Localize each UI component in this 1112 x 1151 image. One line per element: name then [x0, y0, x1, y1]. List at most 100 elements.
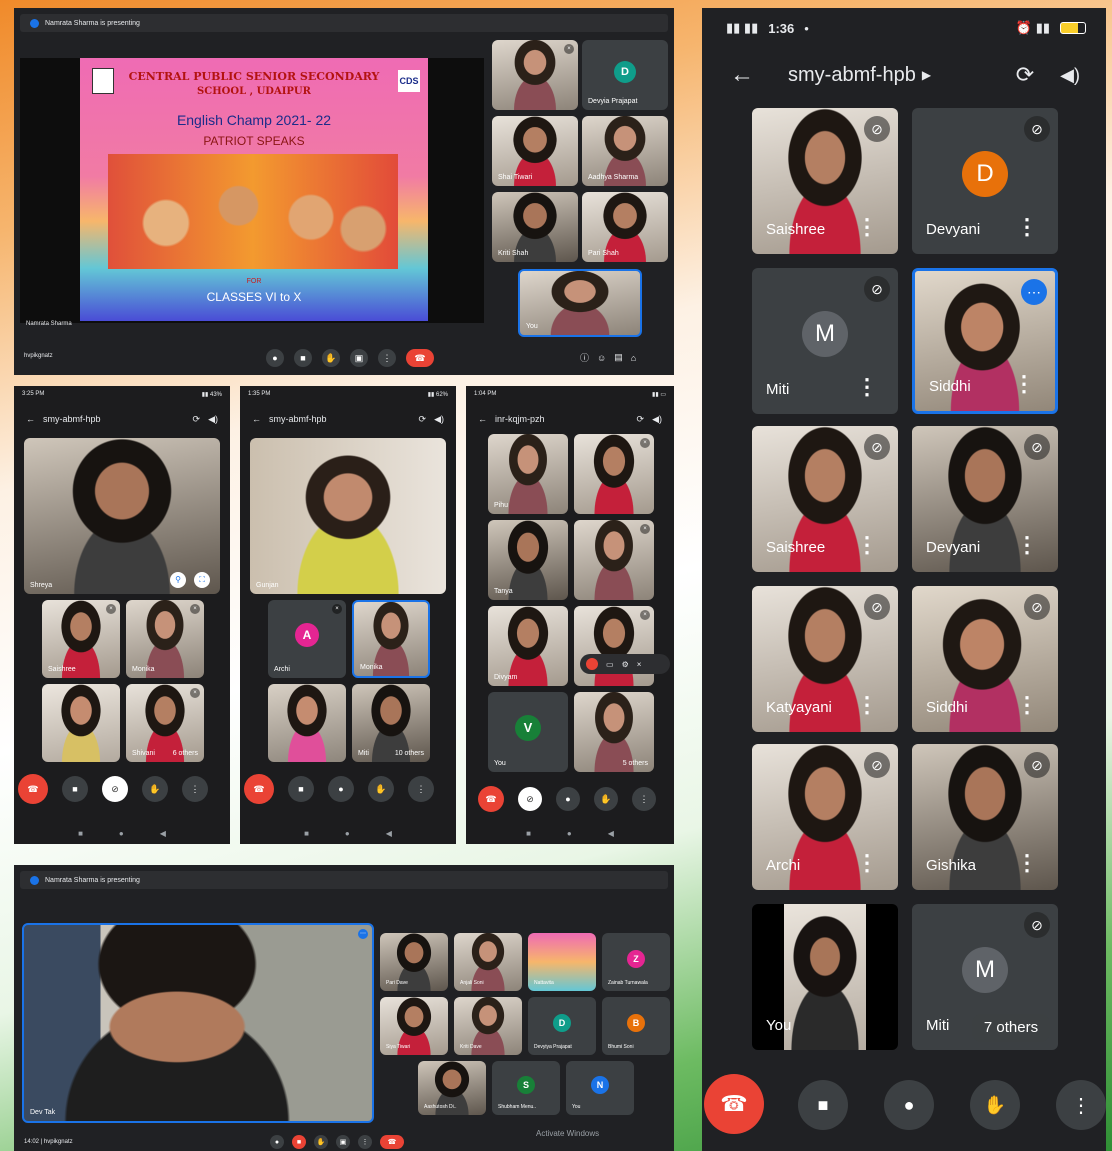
end-call-icon[interactable]: ☎	[18, 774, 48, 804]
end-call-icon[interactable]: ☎	[406, 349, 434, 367]
participant-tile[interactable]: ⊘ Saishree ⋮	[752, 426, 898, 572]
participant-tile[interactable]: ⊘ Archi ⋮	[752, 744, 898, 890]
others-count[interactable]: 5 others	[623, 760, 648, 767]
speaker-icon[interactable]: ◀)	[208, 414, 218, 425]
end-call-icon[interactable]: ☎	[704, 1074, 764, 1134]
switch-camera-icon[interactable]: ⟳	[1016, 62, 1034, 88]
participant-tile[interactable]: ⊘ Devyani ⋮	[912, 426, 1058, 572]
nav-square-icon[interactable]: ■	[78, 829, 83, 838]
meeting-title[interactable]: smy-abmf-hpb	[788, 64, 916, 87]
more-icon[interactable]: ⋮	[378, 349, 396, 367]
meeting-title[interactable]: smy-abmf-hpb	[269, 414, 327, 424]
participant-tile[interactable]: Shai Tiwari	[492, 116, 578, 186]
meeting-title[interactable]: smy-abmf-hpb	[43, 414, 101, 424]
end-call-icon[interactable]: ☎	[380, 1135, 404, 1149]
participant-tile[interactable]: × Monika	[126, 600, 204, 678]
participant-tile[interactable]: Kriti Dave	[454, 997, 522, 1055]
camera-off-icon[interactable]: ⊘	[518, 787, 542, 811]
hand-icon[interactable]: ✋	[594, 787, 618, 811]
participant-tile[interactable]: ⊘ Saishree ⋮	[752, 108, 898, 254]
more-icon[interactable]: ⋮	[1016, 692, 1038, 718]
back-icon[interactable]: ←	[730, 61, 754, 89]
end-call-icon[interactable]: ☎	[478, 786, 504, 812]
speaker-icon[interactable]: ◀)	[652, 414, 662, 425]
more-icon[interactable]: ⋮	[1016, 214, 1038, 240]
main-video[interactable]: Gunjan	[250, 438, 446, 594]
participant-tile[interactable]: × Shivani 6 others	[126, 684, 204, 762]
nav-square-icon[interactable]: ■	[304, 829, 309, 838]
more-icon[interactable]: ⋮	[1016, 850, 1038, 876]
participant-tile[interactable]	[268, 684, 346, 762]
participant-tile[interactable]: Monika	[352, 600, 430, 678]
participant-tile[interactable]: Nattavita	[528, 933, 596, 991]
participant-tile[interactable]: Pari Shah	[582, 192, 668, 262]
back-icon[interactable]: ←	[252, 414, 261, 424]
more-icon[interactable]: ⋮	[1013, 371, 1035, 397]
more-icon[interactable]: ⋮	[408, 776, 434, 802]
others-count[interactable]: 7 others	[972, 1014, 1050, 1042]
participant-tile[interactable]: B Bhumi Soni	[602, 997, 670, 1055]
self-tile[interactable]: You	[518, 269, 642, 337]
participant-tile[interactable]: D Devyiya Prajapat	[528, 997, 596, 1055]
more-icon[interactable]: ⋮	[856, 692, 878, 718]
participant-tile[interactable]: Anjali Soni	[454, 933, 522, 991]
participant-tile[interactable]: S Shubham Menu..	[492, 1061, 560, 1115]
main-speaker-video[interactable]: Dev Tak ⋯	[22, 923, 374, 1123]
participant-tile[interactable]: Aashutosh Di..	[418, 1061, 486, 1115]
participant-tile[interactable]: ⊘ Katyayani ⋮	[752, 586, 898, 732]
end-call-icon[interactable]: ☎	[244, 774, 274, 804]
participant-tile[interactable]: 5 others	[574, 692, 654, 772]
mic-off-icon[interactable]: ⊘	[102, 776, 128, 802]
participant-tile[interactable]: Pari Dave	[380, 933, 448, 991]
mic-icon[interactable]: ●	[270, 1135, 284, 1149]
self-tile[interactable]: You	[752, 904, 898, 1050]
camera-icon[interactable]: ■	[798, 1080, 848, 1130]
mic-icon[interactable]: ●	[556, 787, 580, 811]
more-icon[interactable]: ⋮	[856, 532, 878, 558]
participant-tile[interactable]: ×	[574, 606, 654, 686]
participant-tile[interactable]: ×	[574, 434, 654, 514]
self-tile[interactable]: V You	[488, 692, 568, 772]
participant-tile[interactable]: Divyam	[488, 606, 568, 686]
hand-icon[interactable]: ✋	[322, 349, 340, 367]
people-icon[interactable]: ☺	[597, 353, 606, 363]
hand-icon[interactable]: ✋	[970, 1080, 1020, 1130]
main-video[interactable]: Shreya ⚲ ⛶	[24, 438, 220, 594]
stop-icon[interactable]: ▭	[606, 660, 614, 669]
back-icon[interactable]: ←	[478, 414, 487, 424]
switch-camera-icon[interactable]: ⟳	[193, 414, 201, 425]
chat-icon[interactable]: ▤	[614, 352, 623, 363]
more-icon[interactable]: ⋮	[856, 214, 878, 240]
more-icon[interactable]: ⋮	[856, 374, 878, 400]
camera-off-icon[interactable]: ■	[292, 1135, 306, 1149]
speaker-icon[interactable]: ◀)	[434, 414, 444, 425]
fullscreen-icon[interactable]: ⛶	[194, 572, 210, 588]
more-icon[interactable]: ⋮	[856, 850, 878, 876]
participant-tile[interactable]: Kriti Shah	[492, 192, 578, 262]
camera-icon[interactable]: ■	[294, 349, 312, 367]
nav-back-icon[interactable]: ◀	[160, 829, 166, 838]
nav-home-icon[interactable]: ●	[345, 829, 350, 838]
present-icon[interactable]: ▣	[336, 1135, 350, 1149]
nav-back-icon[interactable]: ◀	[608, 829, 614, 838]
participant-tile[interactable]: Aadhya Sharma	[582, 116, 668, 186]
hand-icon[interactable]: ✋	[368, 776, 394, 802]
self-tile[interactable]: N You	[566, 1061, 634, 1115]
info-icon[interactable]: ⓘ	[580, 351, 589, 364]
present-icon[interactable]: ▣	[350, 349, 368, 367]
switch-camera-icon[interactable]: ⟳	[419, 414, 427, 425]
chevron-right-icon[interactable]: ▶	[922, 68, 931, 82]
mic-icon[interactable]: ●	[266, 349, 284, 367]
participant-tile[interactable]: Siya Tiwari	[380, 997, 448, 1055]
participant-tile[interactable]: ×	[492, 40, 578, 110]
participant-tile[interactable]	[42, 684, 120, 762]
settings-icon[interactable]: ⚙	[622, 660, 629, 669]
activities-icon[interactable]: ⌂	[631, 353, 636, 363]
nav-home-icon[interactable]: ●	[119, 829, 124, 838]
participant-tile[interactable]: ⊘ Gishika ⋮	[912, 744, 1058, 890]
camera-icon[interactable]: ■	[62, 776, 88, 802]
mic-icon[interactable]: ●	[884, 1080, 934, 1130]
others-count[interactable]: 10 others	[395, 750, 424, 757]
hand-icon[interactable]: ✋	[142, 776, 168, 802]
participant-tile[interactable]: ⊘ Siddhi ⋮	[912, 586, 1058, 732]
